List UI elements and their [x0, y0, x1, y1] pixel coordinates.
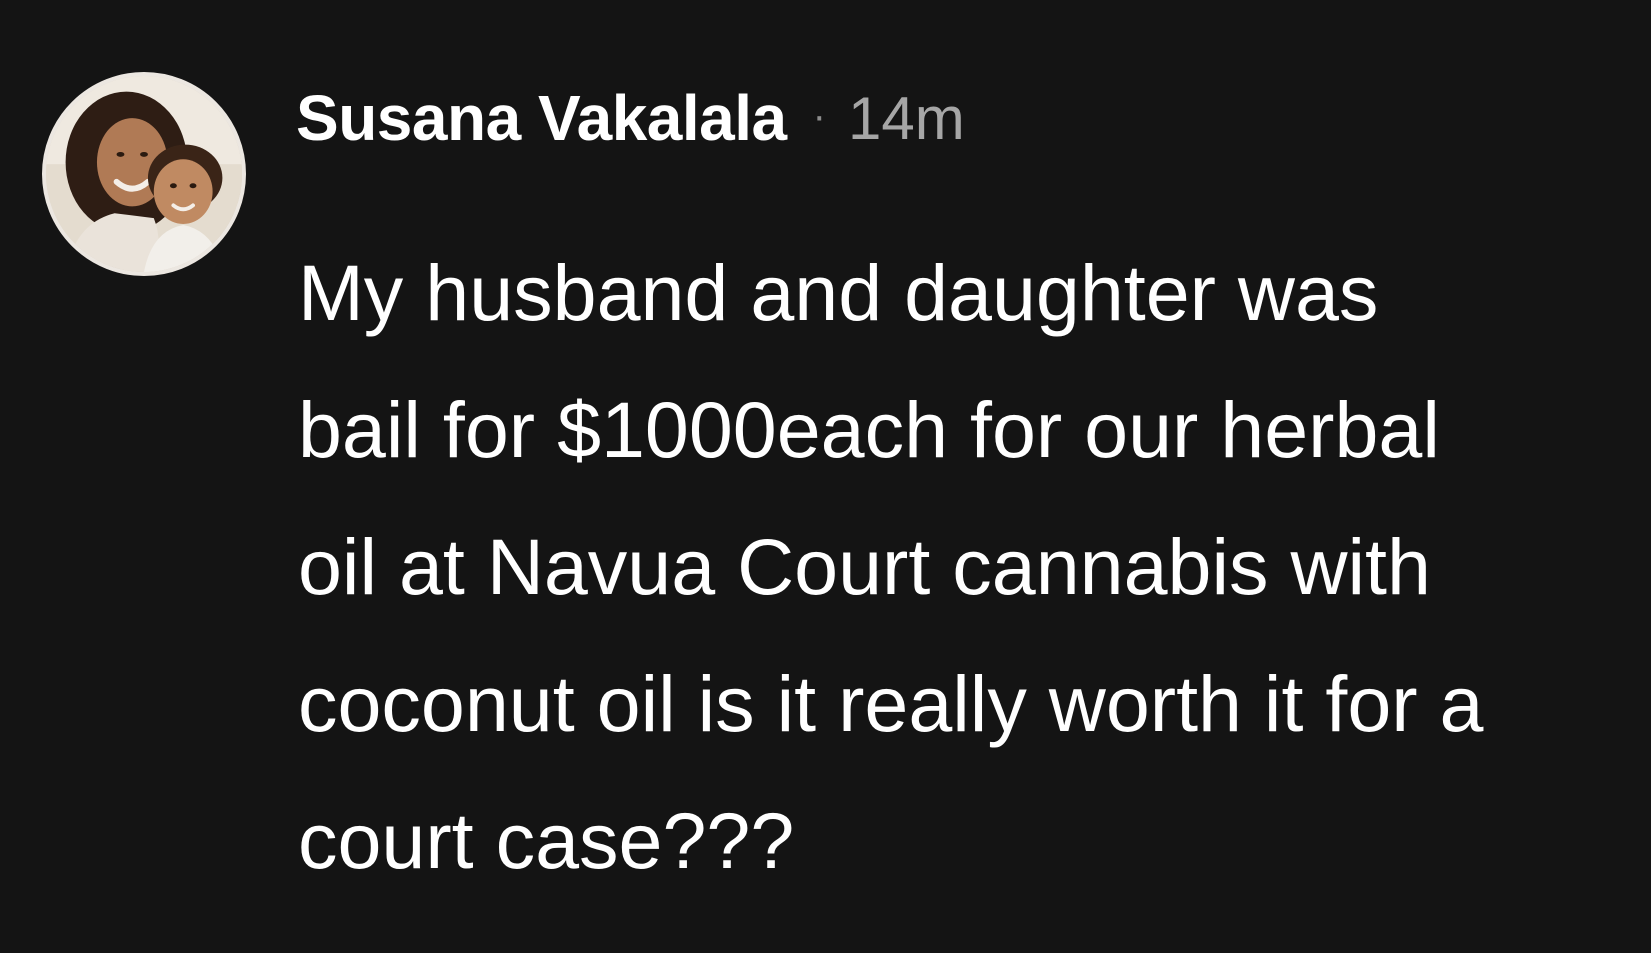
post-body-line: court case???	[298, 796, 795, 885]
post-body-line: My husband and daughter was	[298, 248, 1379, 337]
post-body-line: bail for $1000each for our herbal	[298, 385, 1440, 474]
author-name[interactable]: Susana Vakalala	[296, 81, 787, 155]
post: Susana Vakalala · 14m My husband and dau…	[0, 0, 1651, 953]
post-body-line: oil at Navua Court cannabis with	[298, 522, 1431, 611]
timestamp[interactable]: 14m	[848, 84, 965, 153]
avatar-photo	[46, 76, 242, 272]
avatar[interactable]	[42, 72, 246, 276]
post-body: My husband and daughter was bail for $10…	[298, 224, 1618, 909]
post-header: Susana Vakalala · 14m	[296, 70, 965, 166]
separator-dot: ·	[812, 93, 826, 138]
post-body-line: coconut oil is it really worth it for a	[298, 659, 1484, 748]
